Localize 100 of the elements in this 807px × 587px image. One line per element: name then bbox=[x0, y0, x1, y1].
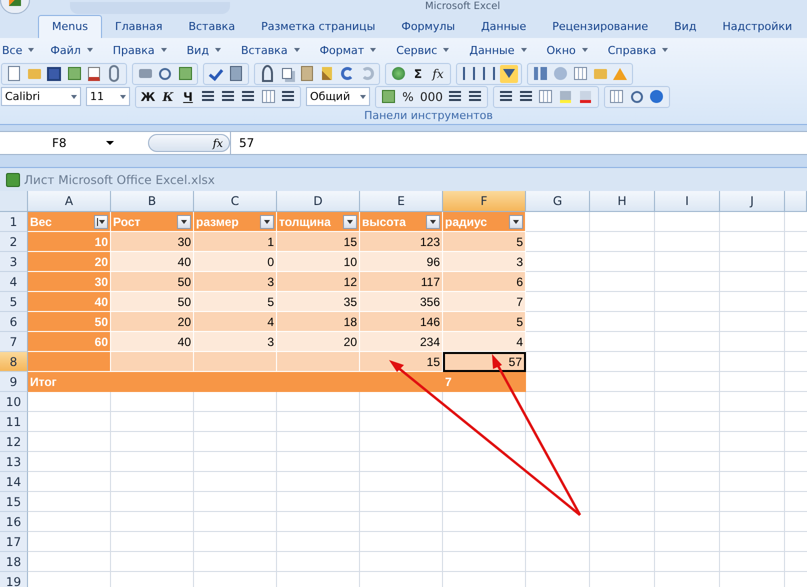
sheet-icon[interactable] bbox=[65, 64, 83, 82]
column-header[interactable]: B bbox=[111, 191, 194, 212]
thousands-button[interactable]: 000 bbox=[419, 88, 444, 106]
paste-icon[interactable] bbox=[298, 64, 316, 82]
caret-icon bbox=[370, 48, 376, 52]
column-header[interactable]: F bbox=[443, 191, 526, 212]
percent-button[interactable]: % bbox=[399, 88, 417, 106]
insert-function-button[interactable]: fx bbox=[212, 136, 223, 150]
sort-filter-icon[interactable] bbox=[94, 214, 108, 228]
font-size-dropdown[interactable]: 11 bbox=[86, 87, 130, 106]
filter-dropdown-icon[interactable] bbox=[426, 214, 440, 228]
ribbon-tab[interactable]: Надстройки bbox=[709, 16, 806, 38]
table-cell: 96 bbox=[360, 252, 443, 272]
row-header[interactable]: 6 bbox=[0, 312, 28, 332]
save-icon[interactable] bbox=[45, 64, 63, 82]
menu-item[interactable]: Правка bbox=[110, 44, 173, 56]
filter-dropdown-icon[interactable] bbox=[177, 214, 191, 228]
row-header[interactable]: 12 bbox=[0, 432, 28, 452]
table-cell: 3 bbox=[194, 332, 277, 352]
row-header[interactable]: 10 bbox=[0, 392, 28, 412]
row-header[interactable]: 7 bbox=[0, 332, 28, 352]
table-cell: 20 bbox=[111, 312, 194, 332]
column-header[interactable]: A bbox=[28, 191, 111, 212]
column-heading: размер bbox=[196, 214, 239, 228]
caret-icon bbox=[443, 48, 450, 52]
row-header[interactable]: 17 bbox=[0, 532, 28, 552]
table-cell: 3 bbox=[443, 252, 526, 272]
filter-dropdown-icon[interactable] bbox=[343, 214, 357, 228]
column-header[interactable]: E bbox=[360, 191, 443, 212]
italic-button[interactable]: К bbox=[159, 88, 177, 106]
row-header[interactable]: 3 bbox=[0, 252, 28, 272]
table-cell: 6 bbox=[443, 272, 526, 292]
row-header[interactable]: 14 bbox=[0, 472, 28, 492]
ribbon-tab[interactable]: Разметка страницы bbox=[248, 16, 388, 38]
table-cell: 40 bbox=[111, 252, 194, 272]
menu-item[interactable]: Вставка bbox=[238, 44, 306, 56]
row-header[interactable]: 2 bbox=[0, 232, 28, 252]
table-cell: 10 bbox=[277, 252, 360, 272]
table-cell: 30 bbox=[111, 232, 194, 252]
column-header[interactable]: G bbox=[526, 191, 590, 212]
table-cell: 12 bbox=[277, 272, 360, 292]
formula-field[interactable]: 57 bbox=[230, 132, 807, 154]
row-header[interactable]: 4 bbox=[0, 272, 28, 292]
font-dropdown[interactable]: Calibri bbox=[1, 87, 81, 106]
sheet-icon[interactable] bbox=[176, 64, 194, 82]
table-cell: 0 bbox=[194, 252, 277, 272]
preview-icon[interactable] bbox=[85, 64, 103, 82]
menu-item[interactable]: Справка bbox=[606, 44, 674, 56]
ribbon-tab[interactable]: Формулы bbox=[388, 16, 468, 38]
function-button[interactable]: fx bbox=[429, 64, 447, 82]
ribbon-tab[interactable]: Главная bbox=[102, 16, 176, 38]
row-header[interactable]: 11 bbox=[0, 412, 28, 432]
sum-button[interactable]: Σ bbox=[409, 64, 427, 82]
filter-icon[interactable] bbox=[500, 64, 518, 82]
window-icon[interactable] bbox=[608, 88, 626, 106]
row-header[interactable]: 9 bbox=[0, 372, 28, 392]
column-header[interactable]: C bbox=[194, 191, 277, 212]
ribbon-tab[interactable]: Menus bbox=[38, 15, 102, 38]
menu-item[interactable]: Файл bbox=[48, 44, 99, 56]
row-header[interactable]: 8 bbox=[0, 352, 28, 372]
table-cell: 10 bbox=[28, 232, 111, 252]
bold-button[interactable]: Ж bbox=[139, 88, 157, 106]
filter-dropdown-icon[interactable] bbox=[260, 214, 274, 228]
column-header[interactable]: D bbox=[277, 191, 360, 212]
chart-icon[interactable] bbox=[531, 64, 549, 82]
ribbon-tab[interactable]: Вставка bbox=[175, 16, 248, 38]
table-cell: 60 bbox=[28, 332, 111, 352]
menu-item[interactable]: Окно bbox=[544, 44, 594, 56]
name-box[interactable]: F8 bbox=[0, 136, 120, 150]
menu-item[interactable]: Формат bbox=[318, 44, 382, 56]
caret-icon bbox=[294, 48, 300, 52]
ribbon-tab[interactable]: Данные bbox=[468, 16, 540, 38]
row-header[interactable]: 1 bbox=[0, 212, 28, 232]
document-icon[interactable] bbox=[5, 64, 23, 82]
ribbon-tab[interactable]: Вид bbox=[661, 16, 710, 38]
currency-icon[interactable] bbox=[379, 88, 397, 106]
ribbon-tab[interactable]: Рецензирование bbox=[539, 16, 662, 38]
column-heading: радиус bbox=[445, 214, 488, 228]
caret-icon bbox=[160, 48, 167, 52]
menu-item[interactable]: Все bbox=[0, 44, 40, 56]
row-header[interactable]: 16 bbox=[0, 512, 28, 532]
row-header[interactable]: 18 bbox=[0, 552, 28, 572]
row-header[interactable]: 19 bbox=[0, 572, 28, 587]
menu-item[interactable]: Вид bbox=[184, 44, 227, 56]
filter-dropdown-icon[interactable] bbox=[509, 214, 523, 228]
underline-button[interactable]: Ч bbox=[179, 88, 197, 106]
menu-item[interactable]: Сервис bbox=[394, 44, 456, 56]
table-cell: 5 bbox=[194, 292, 277, 312]
column-header[interactable]: H bbox=[590, 191, 655, 212]
book-icon[interactable] bbox=[227, 64, 245, 82]
row-header[interactable]: 5 bbox=[0, 292, 28, 312]
table-cell: 50 bbox=[111, 272, 194, 292]
row-header[interactable]: 13 bbox=[0, 452, 28, 472]
column-header[interactable]: J bbox=[720, 191, 785, 212]
menu-item[interactable]: Данные bbox=[467, 44, 533, 56]
table-cell: 117 bbox=[360, 272, 443, 292]
column-header[interactable]: I bbox=[655, 191, 720, 212]
number-format-dropdown[interactable]: Общий bbox=[306, 87, 370, 106]
row-header[interactable]: 15 bbox=[0, 492, 28, 512]
column-heading: высота bbox=[362, 214, 406, 228]
